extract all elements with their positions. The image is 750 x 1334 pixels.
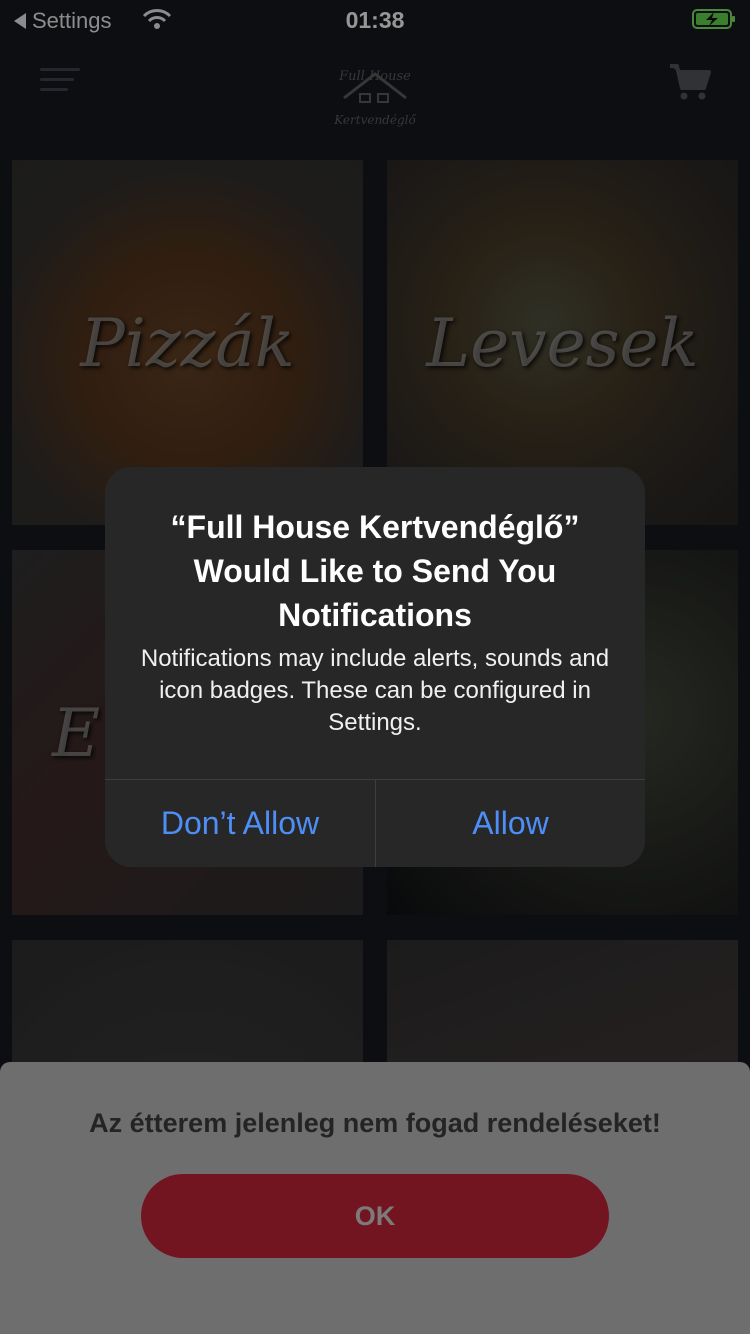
notification-permission-alert: “Full House Kertvendéglő” Would Like to …	[105, 467, 645, 867]
closed-notice-sheet: Az étterem jelenleg nem fogad rendelések…	[0, 1062, 750, 1334]
alert-title: “Full House Kertvendéglő” Would Like to …	[170, 509, 580, 633]
ok-button[interactable]: OK	[141, 1174, 609, 1258]
alert-message: Notifications may include alerts, sounds…	[140, 645, 610, 736]
closed-notice-message: Az étterem jelenleg nem fogad rendelések…	[89, 1108, 661, 1138]
allow-button[interactable]: Allow	[376, 780, 645, 867]
dont-allow-button[interactable]: Don’t Allow	[105, 780, 375, 867]
